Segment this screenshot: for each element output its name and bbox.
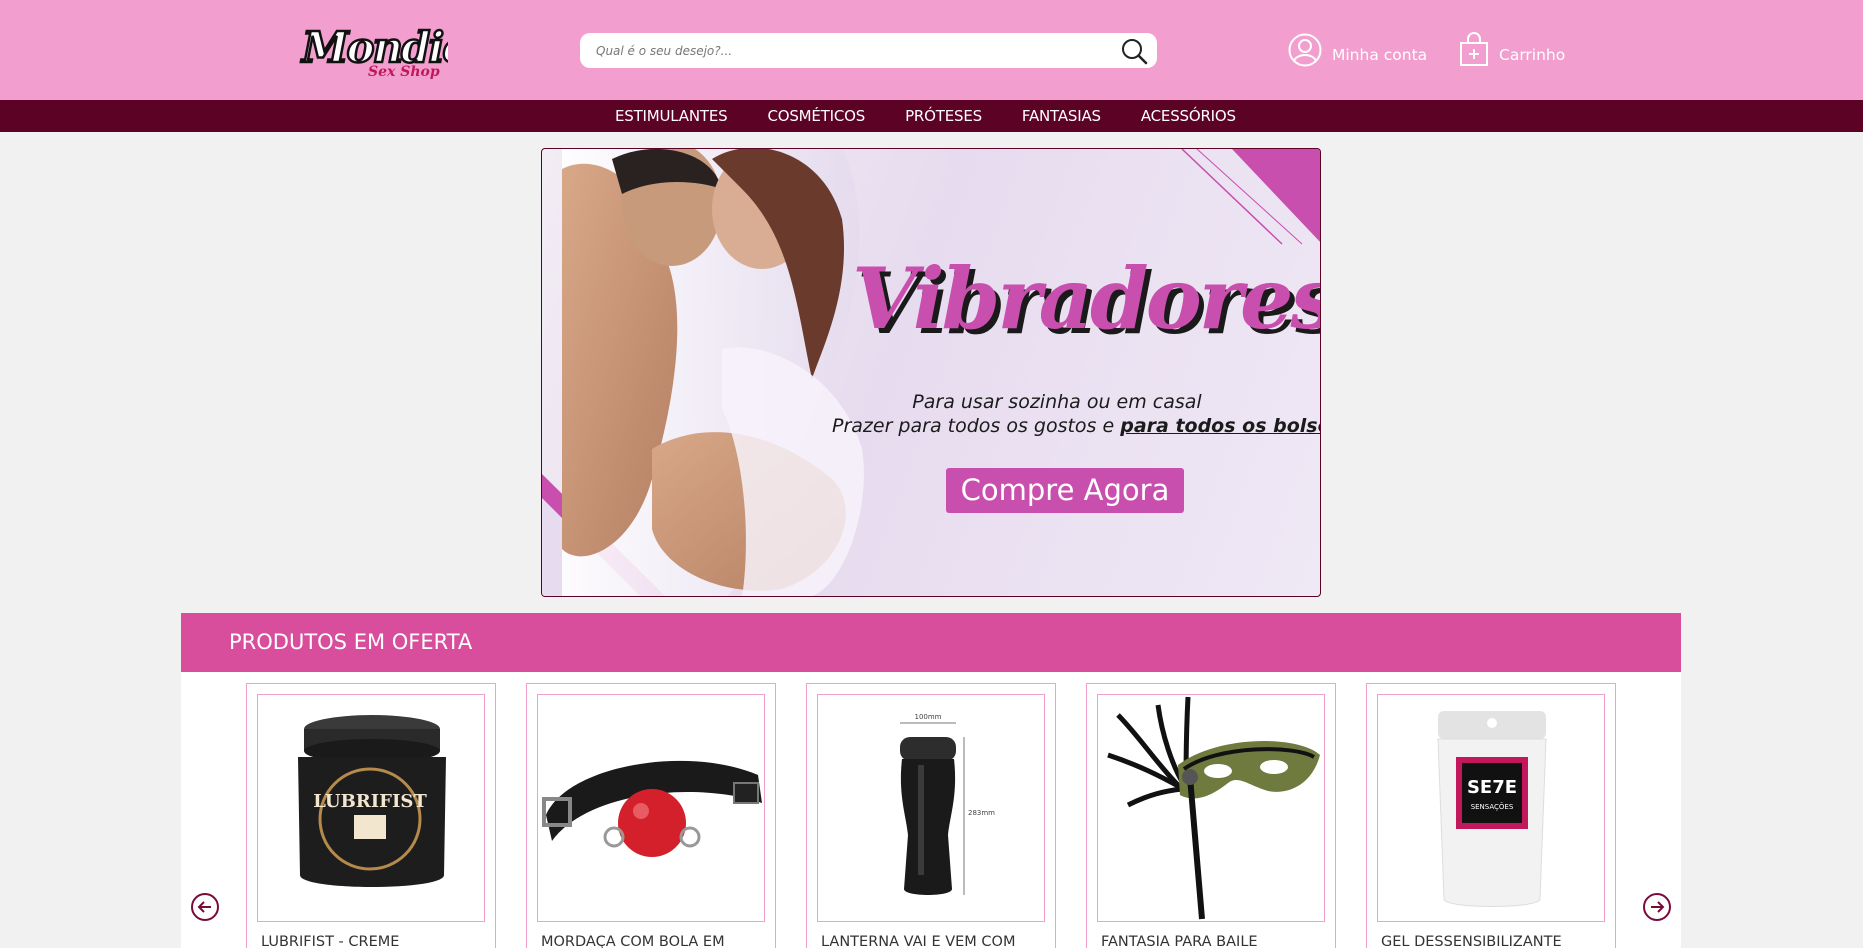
- offers-heading: PRODUTOS EM OFERTA: [229, 630, 473, 654]
- product-card[interactable]: MORDAÇA COM BOLA EM: [526, 683, 776, 948]
- product-card[interactable]: LUBRIFIST LUBRIFIST - CREME: [246, 683, 496, 948]
- cart-link[interactable]: Carrinho: [1459, 31, 1566, 73]
- product-label-se7e: SE7E: [1467, 777, 1517, 798]
- arrow-left-icon[interactable]: [191, 893, 219, 921]
- banner-line2-emphasis: para todos os bolsos: [1120, 415, 1321, 437]
- product-image: LUBRIFIST: [257, 694, 485, 922]
- logo[interactable]: Mondie Sex Shop: [298, 18, 471, 84]
- dimension-height: 283mm: [968, 809, 995, 817]
- product-label-lubrifist: LUBRIFIST: [313, 791, 427, 812]
- product-name: LANTERNA VAI E VEM COM: [821, 934, 1016, 948]
- product-card[interactable]: FANTASIA PARA BAILE: [1086, 683, 1336, 948]
- main-nav: ESTIMULANTES COSMÉTICOS PRÓTESES FANTASI…: [0, 100, 1863, 132]
- product-image: SE7E SENSAÇÕES: [1377, 694, 1605, 922]
- product-name: LUBRIFIST - CREME: [261, 934, 400, 948]
- banner-artwork: [542, 149, 1320, 596]
- account-link[interactable]: Minha conta: [1288, 32, 1427, 72]
- product-image: [1097, 694, 1325, 922]
- product-card[interactable]: SE7E SENSAÇÕES GEL DESSENSIBILIZANTE: [1366, 683, 1616, 948]
- dimension-width: 100mm: [915, 713, 942, 721]
- cart-label: Carrinho: [1499, 46, 1566, 64]
- nav-item-acessorios[interactable]: ACESSÓRIOS: [1121, 100, 1256, 132]
- banner-subtitle-line1: Para usar sozinha ou em casal: [912, 391, 1202, 413]
- site-header: Mondie Sex Shop Minha conta: [0, 0, 1863, 100]
- product-name: FANTASIA PARA BAILE: [1101, 934, 1258, 948]
- offers-heading-bar: PRODUTOS EM OFERTA: [181, 613, 1681, 672]
- nav-item-fantasias[interactable]: FANTASIAS: [1002, 100, 1121, 132]
- nav-item-proteses[interactable]: PRÓTESES: [885, 100, 1002, 132]
- shopping-bag-icon: [1459, 31, 1489, 73]
- search-input[interactable]: [596, 33, 1096, 68]
- nav-item-estimulantes[interactable]: ESTIMULANTES: [595, 100, 747, 132]
- search-bar: [580, 33, 1157, 68]
- banner-title: Vibradores: [852, 249, 1321, 348]
- banner-line2-text: Prazer para todos os gostos e: [832, 415, 1121, 437]
- user-icon: [1288, 33, 1322, 72]
- hero-banner[interactable]: Vibradores Para usar sozinha ou em casal…: [541, 148, 1321, 597]
- product-image: [537, 694, 765, 922]
- account-label: Minha conta: [1332, 46, 1428, 64]
- search-icon[interactable]: [1119, 36, 1149, 66]
- product-label-sensacoes: SENSAÇÕES: [1471, 802, 1514, 811]
- arrow-right-icon[interactable]: [1643, 893, 1671, 921]
- product-image: 100mm 283mm: [817, 694, 1045, 922]
- banner-subtitle-line2: Prazer para todos os gostos e para todos…: [832, 415, 1320, 437]
- buy-now-button[interactable]: Compre Agora: [946, 468, 1184, 513]
- product-name: GEL DESSENSIBILIZANTE: [1381, 934, 1562, 948]
- nav-item-cosmeticos[interactable]: COSMÉTICOS: [747, 100, 885, 132]
- product-name: MORDAÇA COM BOLA EM: [541, 934, 725, 948]
- logo-subtitle: Sex Shop: [368, 64, 440, 80]
- product-card[interactable]: 100mm 283mm LANTERNA VAI E VEM COM: [806, 683, 1056, 948]
